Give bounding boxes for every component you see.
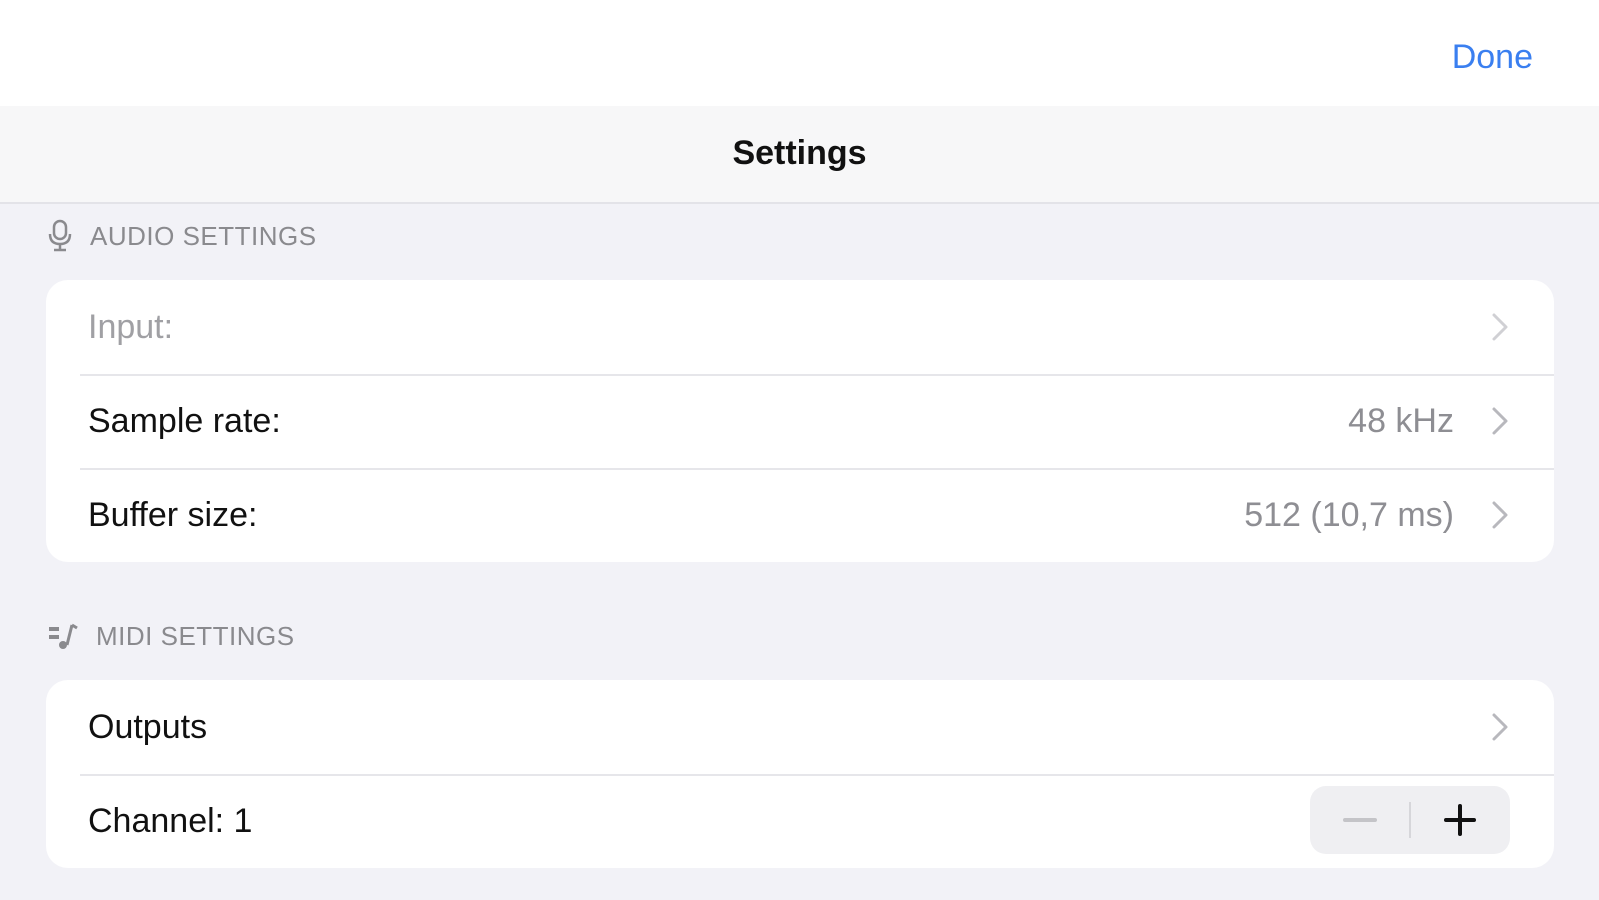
microphone-icon	[46, 219, 74, 253]
decrement-button[interactable]	[1310, 786, 1410, 854]
chevron-right-icon	[1492, 713, 1508, 741]
page-title: Settings	[732, 134, 867, 172]
outputs-label: Outputs	[88, 707, 208, 746]
outputs-row[interactable]: Outputs	[46, 680, 1554, 774]
sample-rate-value: 48 kHz	[1348, 401, 1454, 440]
chevron-right-icon	[1492, 501, 1508, 529]
sample-rate-label: Sample rate:	[88, 401, 281, 440]
stepper-divider	[1409, 802, 1411, 838]
sample-rate-row[interactable]: Sample rate: 48 kHz	[46, 374, 1554, 468]
midi-settings-header-label: MIDI SETTINGS	[96, 620, 295, 651]
audio-settings-group: Input: Sample rate: 48 kHz Buffer size: …	[46, 280, 1554, 562]
chevron-right-icon	[1492, 407, 1508, 435]
buffer-size-label: Buffer size:	[88, 495, 258, 534]
top-bar: Done	[0, 0, 1599, 106]
buffer-size-row[interactable]: Buffer size: 512 (10,7 ms)	[46, 468, 1554, 562]
input-label: Input:	[88, 307, 174, 346]
buffer-size-value: 512 (10,7 ms)	[1244, 495, 1454, 534]
midi-icon	[46, 619, 80, 653]
midi-settings-group: Outputs Channel: 1	[46, 680, 1554, 868]
minus-icon	[1343, 818, 1377, 822]
navigation-bar: Settings	[0, 106, 1599, 204]
chevron-right-icon	[1492, 313, 1508, 341]
midi-settings-header: MIDI SETTINGS	[46, 616, 295, 656]
increment-button[interactable]	[1410, 786, 1510, 854]
audio-settings-header: AUDIO SETTINGS	[46, 216, 317, 256]
audio-settings-header-label: AUDIO SETTINGS	[90, 220, 317, 251]
channel-row: Channel: 1	[46, 774, 1554, 868]
channel-stepper	[1310, 786, 1510, 854]
channel-label: Channel: 1	[88, 801, 253, 840]
plus-icon	[1444, 804, 1476, 836]
input-row[interactable]: Input:	[46, 280, 1554, 374]
done-button[interactable]: Done	[1452, 38, 1533, 77]
